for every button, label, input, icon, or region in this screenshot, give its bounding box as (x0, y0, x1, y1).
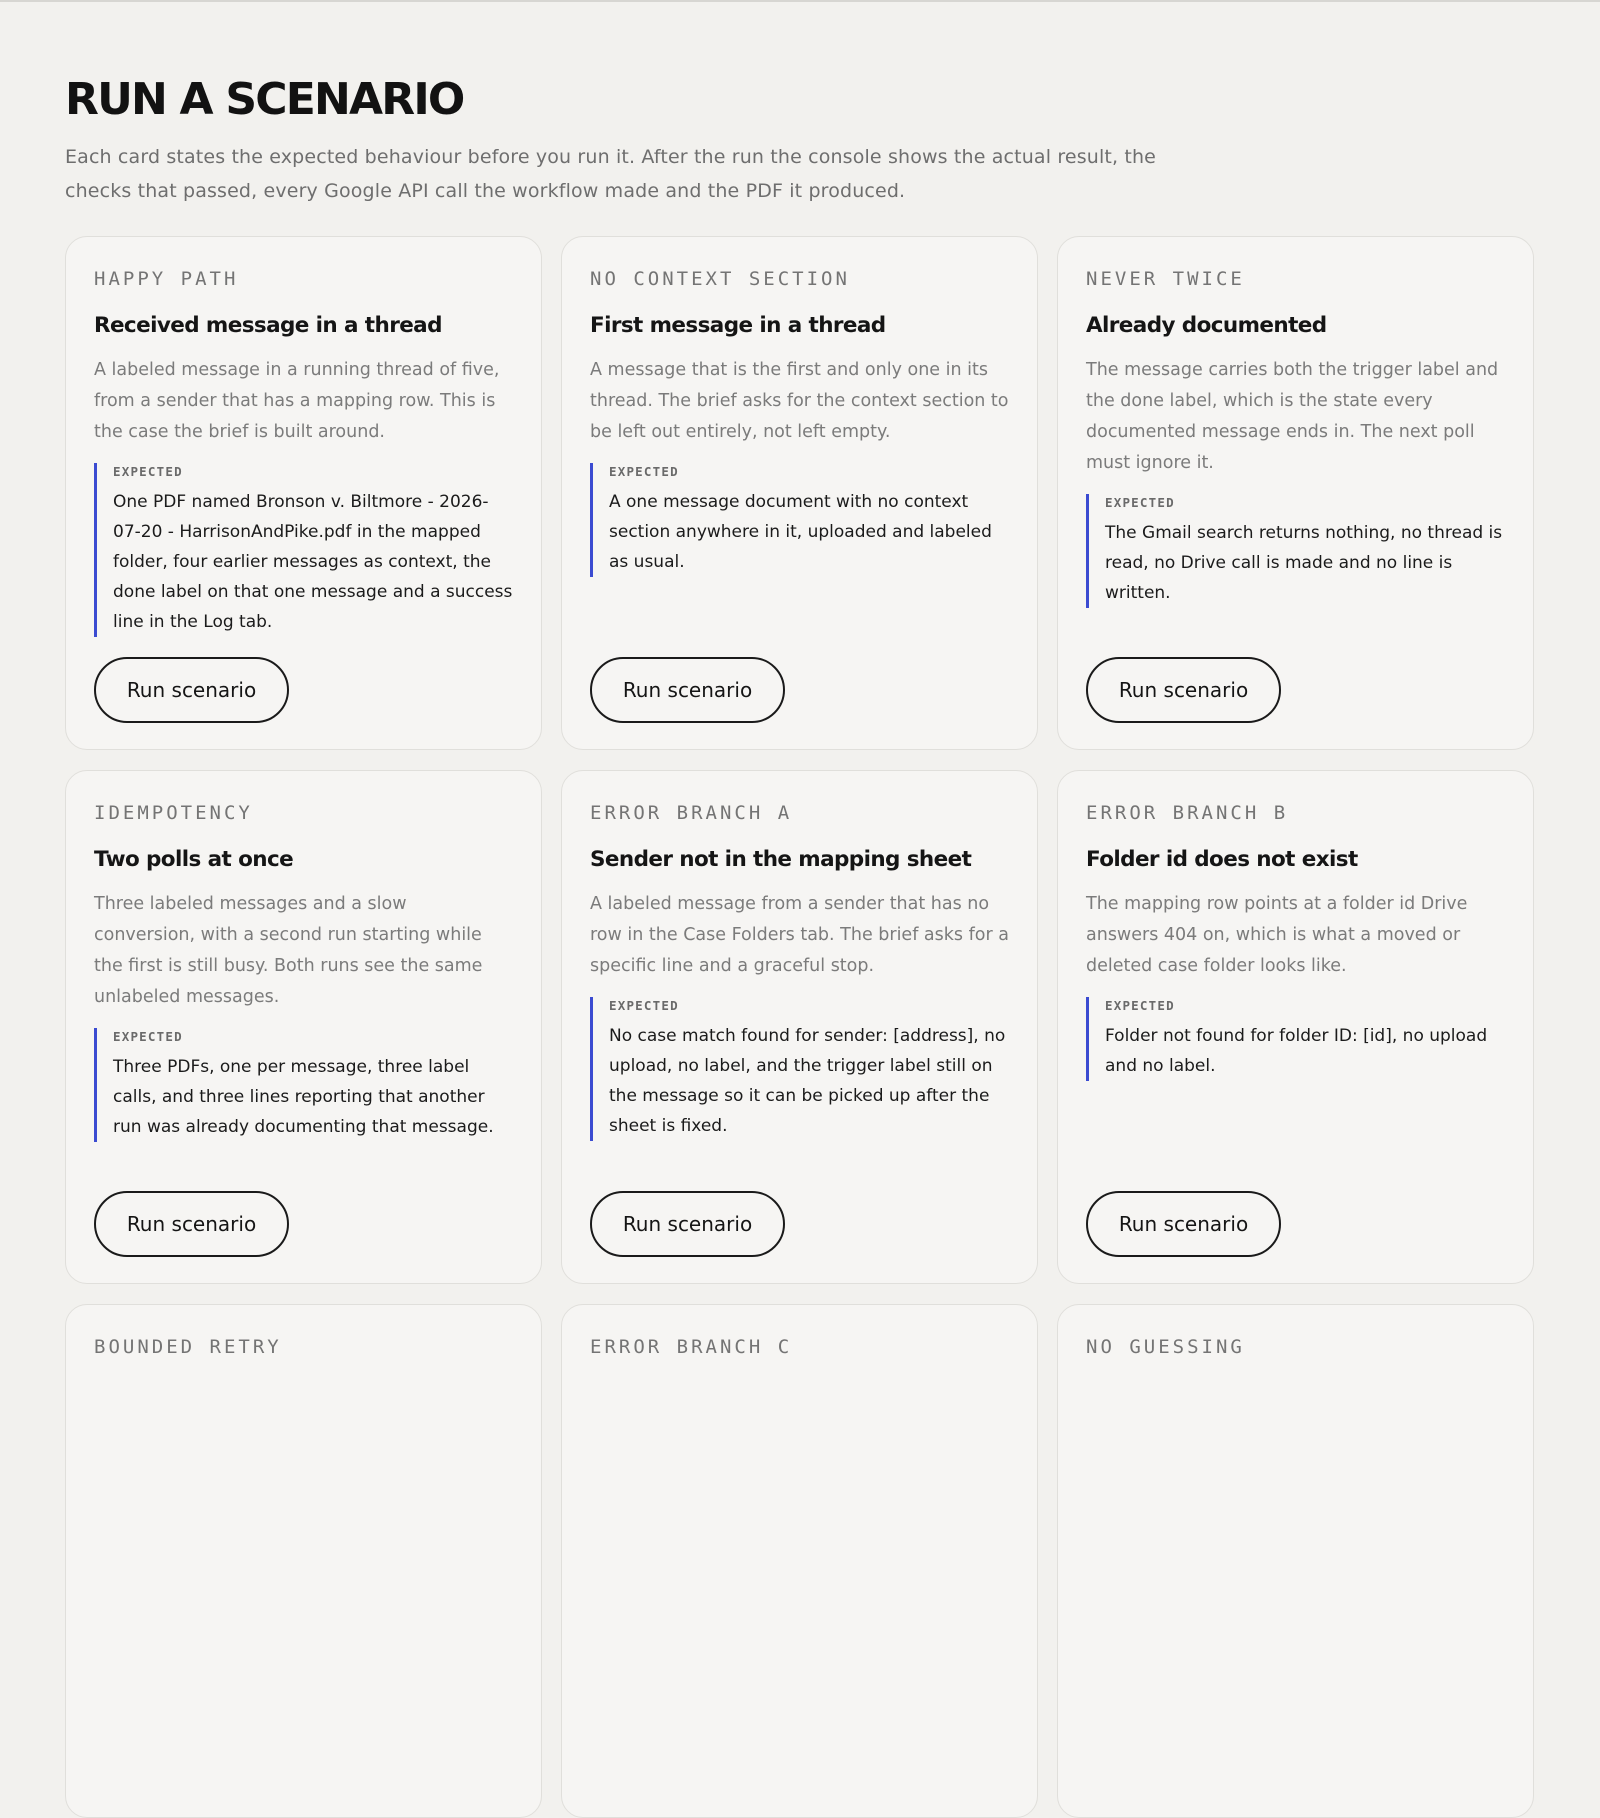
page-title: RUN A SCENARIO (65, 74, 465, 125)
scenario-tag: ERROR BRANCH C (590, 1336, 793, 1358)
expected-label: EXPECTED (113, 1029, 183, 1044)
expected-block: EXPECTED No case match found for sender:… (590, 997, 1009, 1141)
scenario-card-error-branch-c: ERROR BRANCH C (561, 1304, 1038, 1818)
expected-block: EXPECTED One PDF named Bronson v. Biltmo… (94, 463, 513, 637)
scenario-title: Already documented (1086, 313, 1327, 338)
scenario-title: Folder id does not exist (1086, 847, 1358, 872)
expected-text: A one message document with no context s… (609, 492, 992, 572)
expected-label: EXPECTED (609, 464, 679, 479)
expected-text: One PDF named Bronson v. Biltmore - 2026… (113, 492, 513, 632)
expected-text: Three PDFs, one per message, three label… (113, 1057, 494, 1137)
scenario-title: Sender not in the mapping sheet (590, 847, 972, 872)
scenario-description: Three labeled messages and a slow conver… (94, 894, 483, 1007)
scenario-description: The message carries both the trigger lab… (1086, 360, 1499, 473)
scenario-card-never-twice: NEVER TWICE Already documented The messa… (1057, 236, 1534, 750)
scenario-card-happy-path: HAPPY PATH Received message in a thread … (65, 236, 542, 750)
scenario-tag: BOUNDED RETRY (94, 1336, 282, 1358)
run-scenario-button[interactable]: Run scenario (1086, 657, 1281, 723)
scenario-tag: NO CONTEXT SECTION (590, 268, 850, 290)
expected-block: EXPECTED Folder not found for folder ID:… (1086, 997, 1505, 1081)
scenario-tag: HAPPY PATH (94, 268, 239, 290)
scenario-card-error-branch-b: ERROR BRANCH B Folder id does not exist … (1057, 770, 1534, 1284)
scenario-description: A message that is the first and only one… (590, 360, 1009, 442)
expected-label: EXPECTED (609, 998, 679, 1013)
expected-label: EXPECTED (113, 464, 183, 479)
expected-block: EXPECTED A one message document with no … (590, 463, 1009, 577)
scenario-tag: NEVER TWICE (1086, 268, 1245, 290)
scenario-description: The mapping row points at a folder id Dr… (1086, 894, 1468, 976)
expected-text: Folder not found for folder ID: [id], no… (1105, 1026, 1488, 1076)
scenario-title: Received message in a thread (94, 313, 442, 338)
scenario-tag: ERROR BRANCH B (1086, 802, 1289, 824)
expected-label: EXPECTED (1105, 495, 1175, 510)
run-scenario-button[interactable]: Run scenario (1086, 1191, 1281, 1257)
run-scenario-button[interactable]: Run scenario (94, 657, 289, 723)
expected-text: No case match found for sender: [address… (609, 1026, 1006, 1136)
scenario-description: A labeled message in a running thread of… (94, 360, 500, 442)
expected-block: EXPECTED Three PDFs, one per message, th… (94, 1028, 513, 1142)
expected-text: The Gmail search returns nothing, no thr… (1105, 523, 1503, 603)
page-intro: Each card states the expected behaviour … (65, 146, 1156, 202)
scenario-title: First message in a thread (590, 313, 886, 338)
expected-block: EXPECTED The Gmail search returns nothin… (1086, 494, 1505, 608)
expected-label: EXPECTED (1105, 998, 1175, 1013)
scenario-card-error-branch-a: ERROR BRANCH A Sender not in the mapping… (561, 770, 1038, 1284)
run-scenario-button[interactable]: Run scenario (590, 1191, 785, 1257)
scenario-page: RUN A SCENARIO Each card states the expe… (65, 72, 1535, 1818)
scenario-grid: HAPPY PATH Received message in a thread … (65, 236, 1534, 1818)
scenario-description: A labeled message from a sender that has… (590, 894, 1009, 976)
scenario-tag: NO GUESSING (1086, 1336, 1245, 1358)
scenario-card-idempotency: IDEMPOTENCY Two polls at once Three labe… (65, 770, 542, 1284)
scenario-card-no-context-section: NO CONTEXT SECTION First message in a th… (561, 236, 1038, 750)
scenario-card-bounded-retry: BOUNDED RETRY (65, 1304, 542, 1818)
scenario-tag: IDEMPOTENCY (94, 802, 253, 824)
run-scenario-button[interactable]: Run scenario (590, 657, 785, 723)
scenario-title: Two polls at once (94, 847, 294, 872)
top-divider (0, 0, 1600, 2)
scenario-tag: ERROR BRANCH A (590, 802, 793, 824)
run-scenario-button[interactable]: Run scenario (94, 1191, 289, 1257)
scenario-card-no-guessing: NO GUESSING (1057, 1304, 1534, 1818)
